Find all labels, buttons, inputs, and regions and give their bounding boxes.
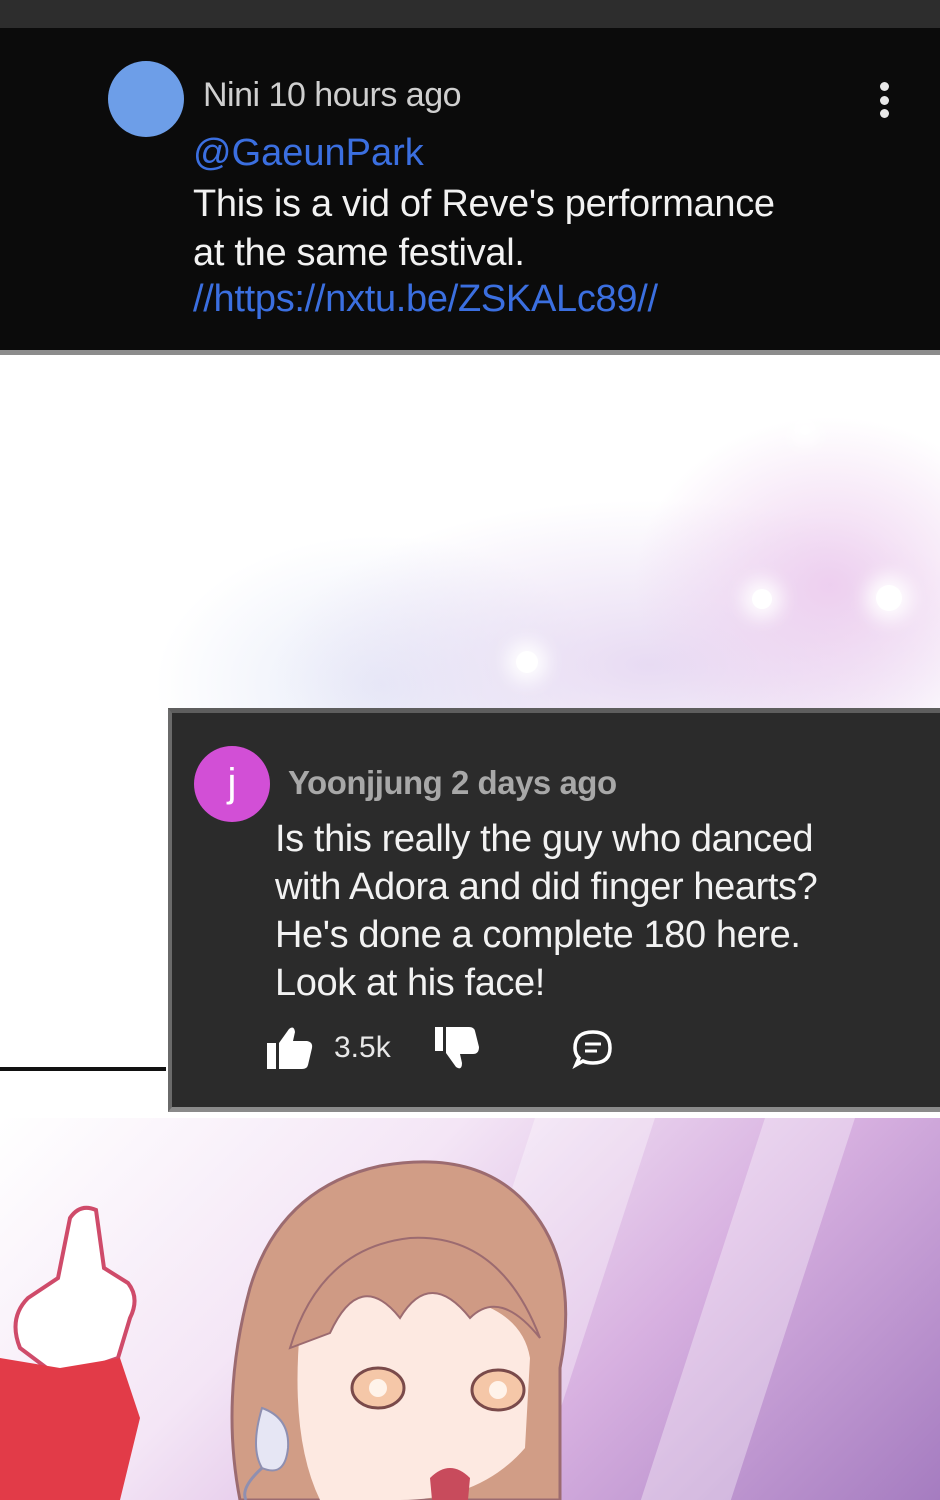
video-link[interactable]: //https://nxtu.be/ZSKALc89//	[193, 278, 658, 321]
comment-time: 10 hours ago	[268, 76, 462, 114]
comment-time: 2 days ago	[451, 764, 617, 801]
like-count: 3.5k	[334, 1031, 391, 1064]
comment-body: Is this really the guy who danced with A…	[275, 815, 915, 1007]
mention-link[interactable]: @GaeunPark	[193, 132, 424, 175]
thumb-down-icon[interactable]	[435, 1027, 479, 1071]
comment-body-line: Is this really the guy who danced	[275, 818, 814, 860]
comment-body-line: He's done a complete 180 here.	[275, 914, 801, 956]
more-options-icon[interactable]	[872, 82, 896, 118]
thumb-up-icon[interactable]	[267, 1025, 313, 1069]
comment-meta: Yoonjjung 2 days ago	[288, 764, 617, 802]
comment-body-line: with Adora and did finger hearts?	[275, 866, 818, 908]
comment-body-line: This is a vid of Reve's performance	[193, 183, 775, 225]
character-illustration	[0, 1160, 568, 1500]
comment-yoonjjung: j Yoonjjung 2 days ago Is this really th…	[168, 708, 940, 1112]
comment-nini: Nini 10 hours ago @GaeunPark This is a v…	[0, 28, 940, 355]
comment-body: This is a vid of Reve's performance at t…	[193, 180, 893, 278]
comment-author[interactable]: Nini	[203, 76, 260, 114]
avatar[interactable]	[108, 61, 184, 137]
comment-meta: Nini 10 hours ago	[203, 76, 462, 115]
comment-author[interactable]: Yoonjjung	[288, 764, 443, 801]
panel-divider	[0, 1067, 166, 1071]
comic-panel-character	[0, 1118, 940, 1500]
reply-icon[interactable]	[572, 1029, 614, 1069]
comment-body-line: at the same festival.	[193, 232, 525, 274]
top-bar	[0, 0, 940, 28]
avatar[interactable]: j	[194, 746, 270, 822]
comment-body-line: Look at his face!	[275, 962, 545, 1004]
